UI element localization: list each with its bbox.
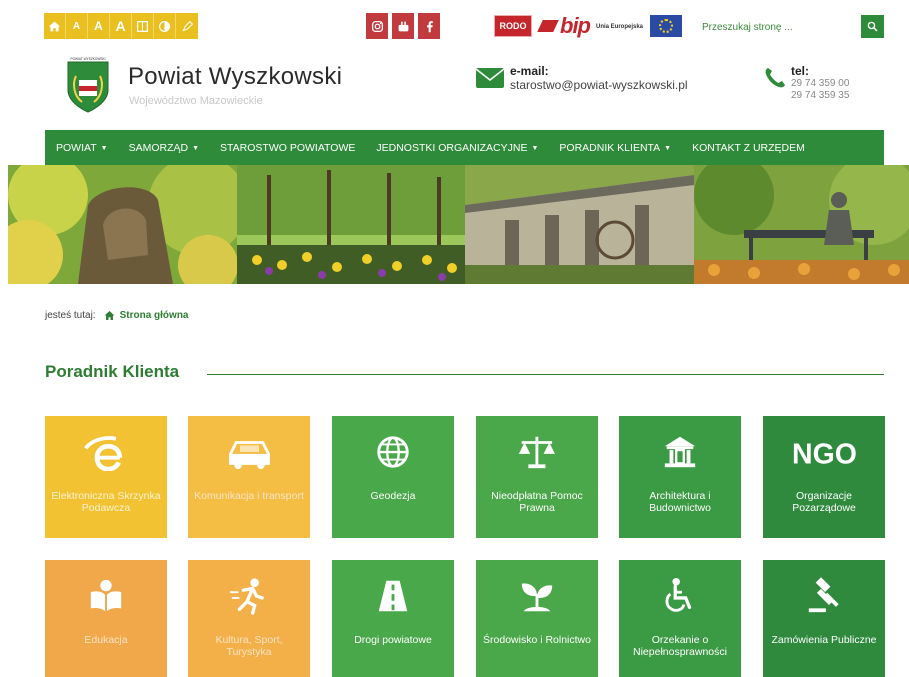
photo-banner	[8, 165, 909, 284]
home-icon[interactable]	[44, 13, 66, 39]
grid-icon[interactable]	[132, 13, 154, 39]
search-button[interactable]	[861, 15, 884, 38]
youtube-icon[interactable]	[392, 13, 414, 39]
tile-label: Drogi powiatowe	[354, 634, 432, 646]
runner-icon	[229, 578, 264, 615]
svg-text:NGO: NGO	[792, 438, 857, 470]
nav-item-samorzad[interactable]: SAMORZĄD ▼	[129, 142, 199, 154]
tile-geodezja[interactable]: Geodezja	[332, 416, 454, 538]
main-navigation: POWIAT ▼ SAMORZĄD ▼ STAROSTWO POWIATOWE JE…	[45, 130, 884, 166]
tile-label: Orzekanie o Niepełnosprawności	[633, 634, 727, 658]
tile-label: Organizacje Pozarządowe	[792, 490, 856, 514]
road-icon	[378, 580, 408, 612]
instagram-icon[interactable]	[366, 13, 388, 39]
bip-text: bip	[560, 13, 591, 38]
tile-komunikacja[interactable]: Komunikacja i transport	[188, 416, 310, 538]
ngo-icon: NGO	[792, 438, 857, 470]
search-input[interactable]	[702, 17, 852, 37]
nav-item-powiat[interactable]: POWIAT ▼	[56, 142, 108, 154]
home-icon	[104, 311, 114, 320]
tile-label: Geodezja	[370, 490, 416, 502]
font-size-medium-button[interactable]: A	[88, 13, 110, 39]
tile-label: Edukacja	[84, 634, 128, 646]
site-title[interactable]: Powiat Wyszkowski	[128, 63, 342, 91]
banner-photo-mural	[465, 165, 694, 284]
caret-down-icon: ▼	[192, 144, 200, 152]
breadcrumb-home-link[interactable]: Strona główna	[120, 310, 189, 321]
site-subtitle: Województwo Mazowieckie	[129, 95, 263, 107]
contrast-icon[interactable]	[154, 13, 176, 39]
gavel-icon	[808, 577, 839, 613]
eu-flag-icon[interactable]	[650, 15, 682, 37]
tile-niepelnosprawnosc[interactable]: Orzekanie o Niepełnosprawności	[619, 560, 741, 677]
nav-item-jednostki[interactable]: JEDNOSTKI ORGANIZACYJNE ▼	[376, 142, 538, 154]
tile-kultura-sport[interactable]: Kultura, Sport, Turystyka	[188, 560, 310, 677]
section-title: Poradnik Klienta	[45, 362, 180, 381]
svg-text:POWIAT WYSZKOWSKI: POWIAT WYSZKOWSKI	[70, 57, 105, 61]
tile-label: Elektroniczna Skrzynka Podawcza	[51, 490, 161, 514]
tile-ngo[interactable]: NGO Organizacje Pozarządowe	[763, 416, 885, 538]
tile-label: Kultura, Sport, Turystyka	[215, 634, 283, 658]
tile-label: Nieodpłatna Pomoc Prawna	[491, 490, 583, 514]
envelope-icon	[475, 68, 505, 88]
email-link[interactable]: starostwo@powiat-wyszkowski.pl	[510, 78, 688, 92]
nav-item-starostwo[interactable]: STAROSTWO POWIATOWE	[220, 142, 355, 154]
email-label: e-mail:	[510, 64, 549, 78]
caret-down-icon: ▼	[100, 144, 108, 152]
rodo-badge[interactable]: RODO	[494, 15, 532, 37]
banner-photo-monument	[8, 165, 237, 284]
tile-pomoc-prawna[interactable]: Nieodpłatna Pomoc Prawna	[476, 416, 598, 538]
caret-down-icon: ▼	[531, 144, 539, 152]
accessibility-toolbar: A A A	[44, 13, 198, 39]
tile-elektroniczna-skrzynka[interactable]: Elektroniczna Skrzynka Podawcza	[45, 416, 167, 538]
section-divider	[207, 374, 884, 375]
tile-drogi[interactable]: Drogi powiatowe	[332, 560, 454, 677]
scales-icon	[518, 436, 556, 469]
car-icon	[228, 441, 270, 470]
pen-icon[interactable]	[176, 13, 198, 39]
font-size-small-button[interactable]: A	[66, 13, 88, 39]
tile-label: Zamówienia Publiczne	[771, 634, 877, 646]
tile-srodowisko[interactable]: Środowisko i Rolnictwo	[476, 560, 598, 677]
breadcrumb-prefix: jesteś tutaj:	[45, 310, 96, 321]
top-utility-bar: A A A RODO bip Unia Europejska	[0, 10, 909, 40]
tile-label: Architektura i Budownictwo	[649, 490, 711, 514]
phone-icon	[765, 68, 785, 88]
bip-logo[interactable]: bip	[537, 13, 591, 39]
e-icon	[83, 436, 122, 471]
tile-zamowienia[interactable]: Zamówienia Publiczne	[763, 560, 885, 677]
tel-number-1[interactable]: 29 74 359 00	[791, 78, 849, 89]
nav-item-kontakt[interactable]: KONTAKT Z URZĘDEM	[692, 142, 805, 154]
banner-photo-park	[237, 165, 465, 284]
font-size-large-button[interactable]: A	[110, 13, 132, 39]
book-reader-icon	[90, 579, 122, 612]
tile-label: Komunikacja i transport	[194, 490, 304, 502]
banner-photo-bench-statue	[694, 165, 909, 284]
breadcrumb: jesteś tutaj: Strona główna	[45, 310, 189, 321]
globe-icon	[377, 436, 409, 468]
wheelchair-icon	[665, 577, 692, 612]
seedling-icon	[521, 583, 553, 612]
nav-item-poradnik[interactable]: PORADNIK KLIENTA ▼	[559, 142, 671, 154]
tile-edukacja[interactable]: Edukacja	[45, 560, 167, 677]
bip-flag-icon	[537, 20, 559, 32]
building-icon	[664, 436, 696, 468]
tel-number-2[interactable]: 29 74 359 35	[791, 90, 849, 101]
tile-architektura[interactable]: Architektura i Budownictwo	[619, 416, 741, 538]
eu-label: Unia Europejska	[596, 24, 644, 30]
caret-down-icon: ▼	[664, 144, 672, 152]
tel-label: tel:	[791, 64, 809, 78]
social-links	[366, 13, 440, 39]
tile-label: Środowisko i Rolnictwo	[483, 634, 591, 646]
facebook-icon[interactable]	[418, 13, 440, 39]
search-icon	[867, 21, 878, 32]
coat-of-arms-logo[interactable]: POWIAT WYSZKOWSKI	[62, 56, 114, 116]
